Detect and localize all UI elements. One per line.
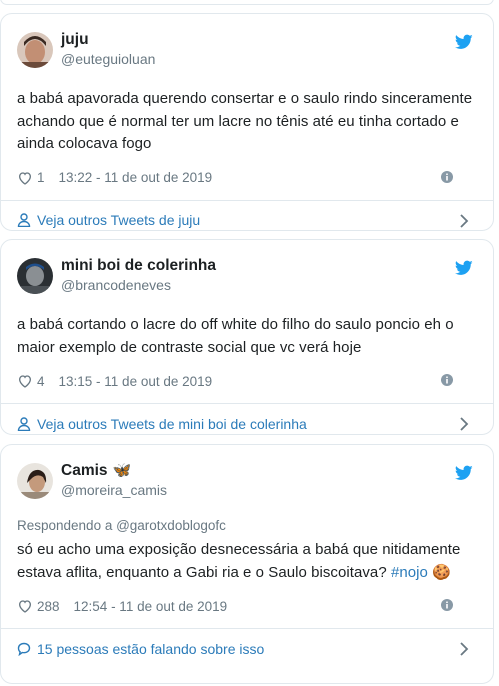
person-icon [17,416,31,431]
tweet-header: juju @euteguioluan [17,30,473,74]
twitter-bird-icon[interactable] [455,465,473,481]
tweet-text: só eu acho uma exposição desnecessária a… [17,539,473,584]
see-more-tweets-link[interactable]: Veja outros Tweets de juju [1,199,493,240]
heart-icon[interactable] [17,598,33,614]
hashtag-link[interactable]: #nojo [391,564,428,581]
author-name[interactable]: Camis [61,461,108,481]
speech-bubble-icon [17,642,31,656]
butterfly-emoji: 🦋 [112,462,132,479]
author-name-row: Camis 🦋 [61,461,167,481]
see-more-tweets-link[interactable]: Veja outros Tweets de mini boi de coleri… [1,403,493,443]
timestamp[interactable]: 13:22 - 11 de out de 2019 [59,170,213,185]
previous-tweet-card-edge [0,0,494,5]
tweet-card: Camis 🦋 @moreira_camis Respondendo a @ga… [0,444,494,684]
author-names: mini boi de colerinha @brancodeneves [61,256,216,295]
avatar[interactable] [17,32,53,68]
info-icon[interactable] [441,374,453,386]
author-names: juju @euteguioluan [61,30,155,69]
tweet-meta: 288 12:54 - 11 de out de 2019 [17,584,473,628]
heart-icon[interactable] [17,373,33,389]
footer-label[interactable]: Veja outros Tweets de mini boi de coleri… [37,416,307,432]
tweet-body: mini boi de colerinha @brancodeneves a b… [1,240,493,403]
footer-label[interactable]: 15 pessoas estão falando sobre isso [37,641,264,657]
chevron-right-icon[interactable] [459,417,469,431]
author-names: Camis 🦋 @moreira_camis [61,461,167,500]
tweet-body: juju @euteguioluan a babá apavorada quer… [1,14,493,200]
avatar[interactable] [17,463,53,499]
chevron-right-icon[interactable] [459,213,469,228]
tweet-text: a babá apavorada querendo consertar e o … [17,90,473,152]
conversation-link[interactable]: 15 pessoas estão falando sobre isso [1,628,493,668]
tweet-meta: 4 13:15 - 11 de out de 2019 [17,359,473,403]
timestamp[interactable]: 13:15 - 11 de out de 2019 [59,374,213,389]
person-icon [17,213,31,227]
tweet-text: a babá cortando o lacre do off white do … [17,316,454,356]
chevron-right-icon[interactable] [459,642,469,656]
like-count[interactable]: 288 [37,599,60,614]
heart-icon[interactable] [17,170,33,186]
timestamp[interactable]: 12:54 - 11 de out de 2019 [74,599,228,614]
author-name[interactable]: juju [61,30,155,50]
twitter-bird-icon[interactable] [455,260,473,276]
tweet-body: Camis 🦋 @moreira_camis Respondendo a @ga… [1,445,493,628]
footer-label[interactable]: Veja outros Tweets de juju [37,212,200,228]
tweet-meta: 1 13:22 - 11 de out de 2019 [17,156,473,200]
reply-to-label[interactable]: Respondendo a @garotxdoblogofc [17,517,473,535]
cookie-emoji: 🍪 [432,563,451,581]
tweet-card: juju @euteguioluan a babá apavorada quer… [0,13,494,231]
author-handle[interactable]: @euteguioluan [61,50,155,69]
author-handle[interactable]: @moreira_camis [61,481,167,500]
author-name[interactable]: mini boi de colerinha [61,256,216,276]
tweet-card: mini boi de colerinha @brancodeneves a b… [0,239,494,435]
info-icon[interactable] [441,599,453,611]
like-count[interactable]: 1 [37,170,45,185]
info-icon[interactable] [441,170,453,183]
like-count[interactable]: 4 [37,374,45,389]
tweet-header: mini boi de colerinha @brancodeneves [17,256,473,300]
twitter-bird-icon[interactable] [455,34,473,50]
tweet-header: Camis 🦋 @moreira_camis [17,461,473,505]
avatar[interactable] [17,258,53,294]
author-handle[interactable]: @brancodeneves [61,276,216,295]
